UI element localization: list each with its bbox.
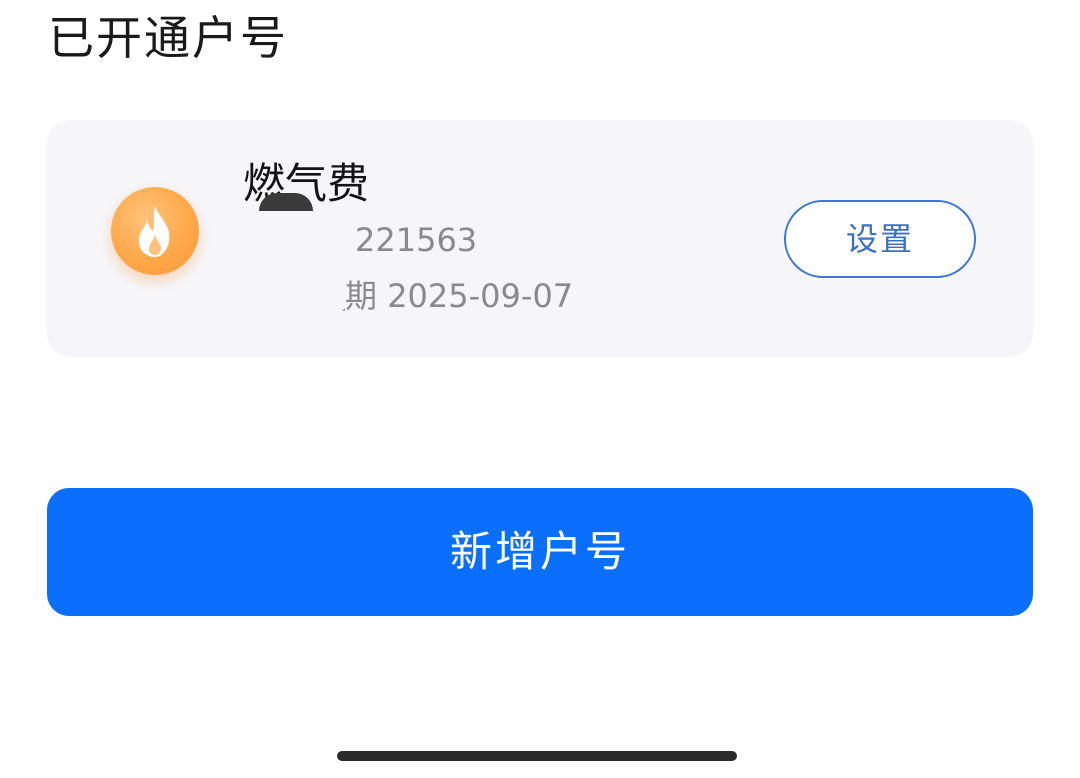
- expire-info: ◢期 2025-09-07: [325, 274, 573, 318]
- home-indicator[interactable]: [337, 751, 737, 761]
- expire-prefix: 期: [345, 277, 378, 315]
- flame-icon: [111, 187, 199, 275]
- expire-date: 2025-09-07: [387, 277, 574, 315]
- account-card[interactable]: 燃气费 221563 ◢期 2025-09-07 设置: [47, 120, 1033, 357]
- truncated-glyph: ◢: [325, 291, 345, 311]
- redaction-mark: [259, 193, 313, 211]
- account-number: 221563: [355, 221, 478, 259]
- add-account-button[interactable]: 新增户号: [47, 488, 1033, 616]
- settings-button[interactable]: 设置: [784, 200, 976, 278]
- section-title: 已开通户号: [48, 11, 288, 65]
